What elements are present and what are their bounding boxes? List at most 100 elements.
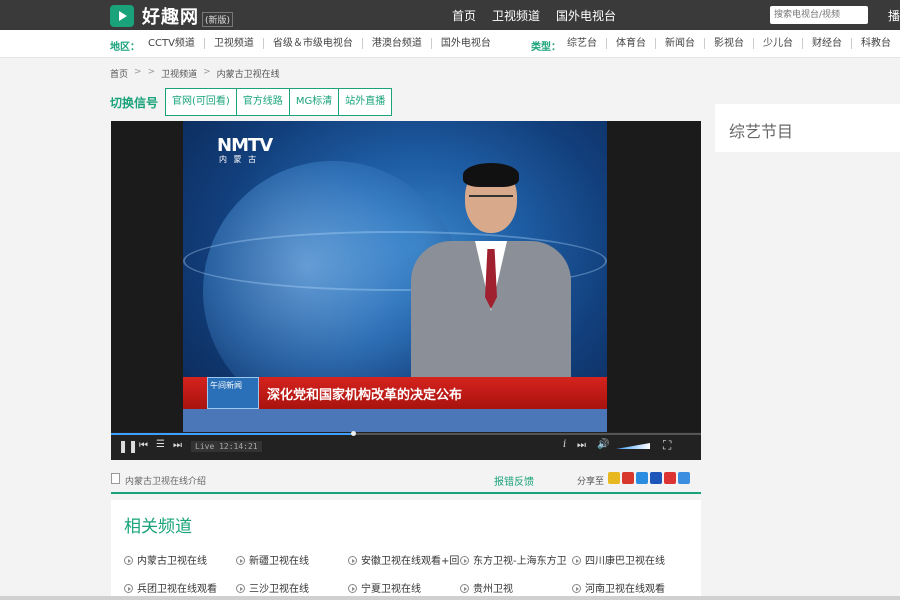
skip-icon[interactable]: ⏭ [577, 440, 586, 451]
related-channel-link[interactable]: 贵州卫视 [460, 580, 513, 595]
report-error-link[interactable]: 报错反馈 [494, 473, 534, 488]
breadcrumb-sep: > [134, 67, 142, 77]
live-label: Live [195, 442, 215, 451]
type-item[interactable]: 财经台 [803, 38, 852, 49]
variety-sidebar: 综艺节目 [715, 104, 900, 152]
play-circle-icon [348, 556, 357, 565]
channel-logo-sub: 内 蒙 古 [219, 155, 259, 164]
related-title: 相关频道 [124, 517, 192, 537]
related-channel-label: 河南卫视在线观看 [585, 584, 665, 595]
category-bar: 地区： CCTV频道 卫视频道 省级＆市级电视台 港澳台频道 国外电视台 类型：… [0, 30, 900, 58]
news-anchor [411, 163, 571, 401]
region-item[interactable]: 卫视频道 [205, 38, 264, 49]
nav-home[interactable]: 首页 [452, 7, 476, 24]
play-logo-icon [110, 5, 134, 27]
type-item[interactable]: 影视台 [705, 38, 754, 49]
nav-satellite[interactable]: 卫视频道 [492, 7, 540, 24]
breadcrumb: 首页 > > 卫视频道 > 内蒙古卫视在线 [110, 67, 280, 80]
related-channel-link[interactable]: 东方卫视-上海东方卫 [460, 552, 567, 567]
related-channel-link[interactable]: 河南卫视在线观看 [572, 580, 665, 595]
volume-slider[interactable] [616, 443, 650, 449]
play-circle-icon [460, 584, 469, 593]
share-icon[interactable] [636, 472, 648, 484]
breadcrumb-sep: > [203, 67, 211, 77]
related-channel-link[interactable]: 新疆卫视在线 [236, 552, 309, 567]
related-channel-link[interactable]: 四川康巴卫视在线 [572, 552, 665, 567]
share-label: 分享至 [577, 477, 605, 487]
related-channel-label: 内蒙古卫视在线 [137, 556, 207, 567]
fullscreen-icon[interactable]: ⛶ [663, 438, 671, 453]
breadcrumb-sep: > [147, 67, 156, 77]
type-item[interactable]: 综艺台 [558, 38, 607, 49]
site-logo[interactable]: 好趣网 (新版) [110, 3, 234, 29]
signal-tab-official[interactable]: 官网(可回看) [165, 88, 237, 116]
progress-bar[interactable] [111, 431, 701, 436]
nav-foreign[interactable]: 国外电视台 [556, 7, 616, 24]
type-item[interactable]: 科教台 [852, 38, 900, 49]
related-channel-label: 贵州卫视 [473, 584, 513, 595]
logo-version-badge: (新版) [202, 11, 234, 27]
related-channel-label: 四川康巴卫视在线 [585, 556, 665, 567]
signal-tab-official-line[interactable]: 官方线路 [235, 88, 290, 116]
share-icon[interactable] [650, 472, 662, 484]
region-item[interactable]: 国外电视台 [432, 38, 500, 49]
share-icons [608, 472, 690, 484]
share-icon[interactable] [678, 472, 690, 484]
top-header: 好趣网 (新版) 首页 卫视频道 国外电视台 播 [0, 0, 900, 30]
related-channel-link[interactable]: 内蒙古卫视在线 [124, 552, 207, 567]
channel-logo: NMTV [217, 135, 273, 156]
related-channel-label: 新疆卫视在线 [249, 556, 309, 567]
signal-tabs: 官网(可回看) 官方线路 MG标清 站外直播 [165, 88, 393, 116]
related-channel-label: 兵团卫视在线观看 [137, 584, 217, 595]
info-row: 内蒙古卫视在线介绍 报错反馈 分享至 [111, 466, 701, 494]
video-player[interactable]: NMTV 内 蒙 古 午间新闻 深化党和国家机构改革的决定公布 ❚❚ ⏮ ☰ ⏭… [111, 121, 701, 460]
region-item[interactable]: 省级＆市级电视台 [264, 38, 363, 49]
video-frame[interactable]: NMTV 内 蒙 古 午间新闻 深化党和国家机构改革的决定公布 [183, 121, 607, 432]
next-icon[interactable]: ⏭ [173, 440, 182, 451]
signal-tab-external[interactable]: 站外直播 [338, 88, 393, 116]
related-channel-link[interactable]: 兵团卫视在线观看 [124, 580, 217, 595]
region-item[interactable]: 港澳台频道 [363, 38, 432, 49]
play-circle-icon [572, 556, 581, 565]
document-icon [111, 473, 120, 484]
share-icon[interactable] [622, 472, 634, 484]
play-circle-icon [348, 584, 357, 593]
signal-tab-mg[interactable]: MG标清 [288, 88, 340, 116]
related-channel-label: 安徽卫视在线观看+回 [361, 556, 460, 567]
time-display: 12:14:21 [219, 442, 258, 451]
share-icon[interactable] [608, 472, 620, 484]
search-input[interactable] [770, 6, 868, 24]
region-item[interactable]: CCTV频道 [139, 38, 205, 49]
related-channel-link[interactable]: 宁夏卫视在线 [348, 580, 421, 595]
status-bar [0, 596, 900, 600]
related-channel-label: 东方卫视-上海东方卫 [473, 556, 567, 567]
prev-icon[interactable]: ⏮ [139, 440, 148, 451]
news-headline: 深化党和国家机构改革的决定公布 [267, 388, 463, 403]
type-item[interactable]: 新闻台 [656, 38, 705, 49]
program-tag: 午间新闻 [207, 377, 259, 409]
live-time-display: Live 12:14:21 [191, 441, 262, 452]
channel-intro-link[interactable]: 内蒙古卫视在线介绍 [125, 474, 206, 487]
play-circle-icon [236, 556, 245, 565]
share-icon[interactable] [664, 472, 676, 484]
pause-icon[interactable]: ❚❚ [118, 439, 138, 453]
breadcrumb-home[interactable]: 首页 [110, 67, 128, 80]
playlist-icon[interactable]: ☰ [156, 439, 165, 450]
related-channel-link[interactable]: 三沙卫视在线 [236, 580, 309, 595]
type-label: 类型： [531, 42, 561, 53]
type-item[interactable]: 少儿台 [754, 38, 803, 49]
switch-signal-label: 切换信号 [110, 96, 159, 110]
breadcrumb-current: 内蒙古卫视在线 [216, 70, 280, 80]
related-channel-label: 宁夏卫视在线 [361, 584, 421, 595]
info-icon[interactable]: i [563, 439, 566, 450]
top-nav: 首页 卫视频道 国外电视台 [452, 7, 616, 24]
type-item[interactable]: 体育台 [607, 38, 656, 49]
progress-fill [111, 433, 353, 435]
news-lower-third: 午间新闻 深化党和国家机构改革的决定公布 [183, 377, 607, 409]
breadcrumb-satellite[interactable]: 卫视频道 [161, 67, 197, 80]
volume-icon[interactable]: 🔊 [597, 439, 609, 450]
logo-text: 好趣网 [142, 7, 199, 28]
related-channel-link[interactable]: 安徽卫视在线观看+回 [348, 552, 459, 567]
progress-knob[interactable] [350, 431, 356, 436]
top-more-link[interactable]: 播 [888, 7, 900, 24]
